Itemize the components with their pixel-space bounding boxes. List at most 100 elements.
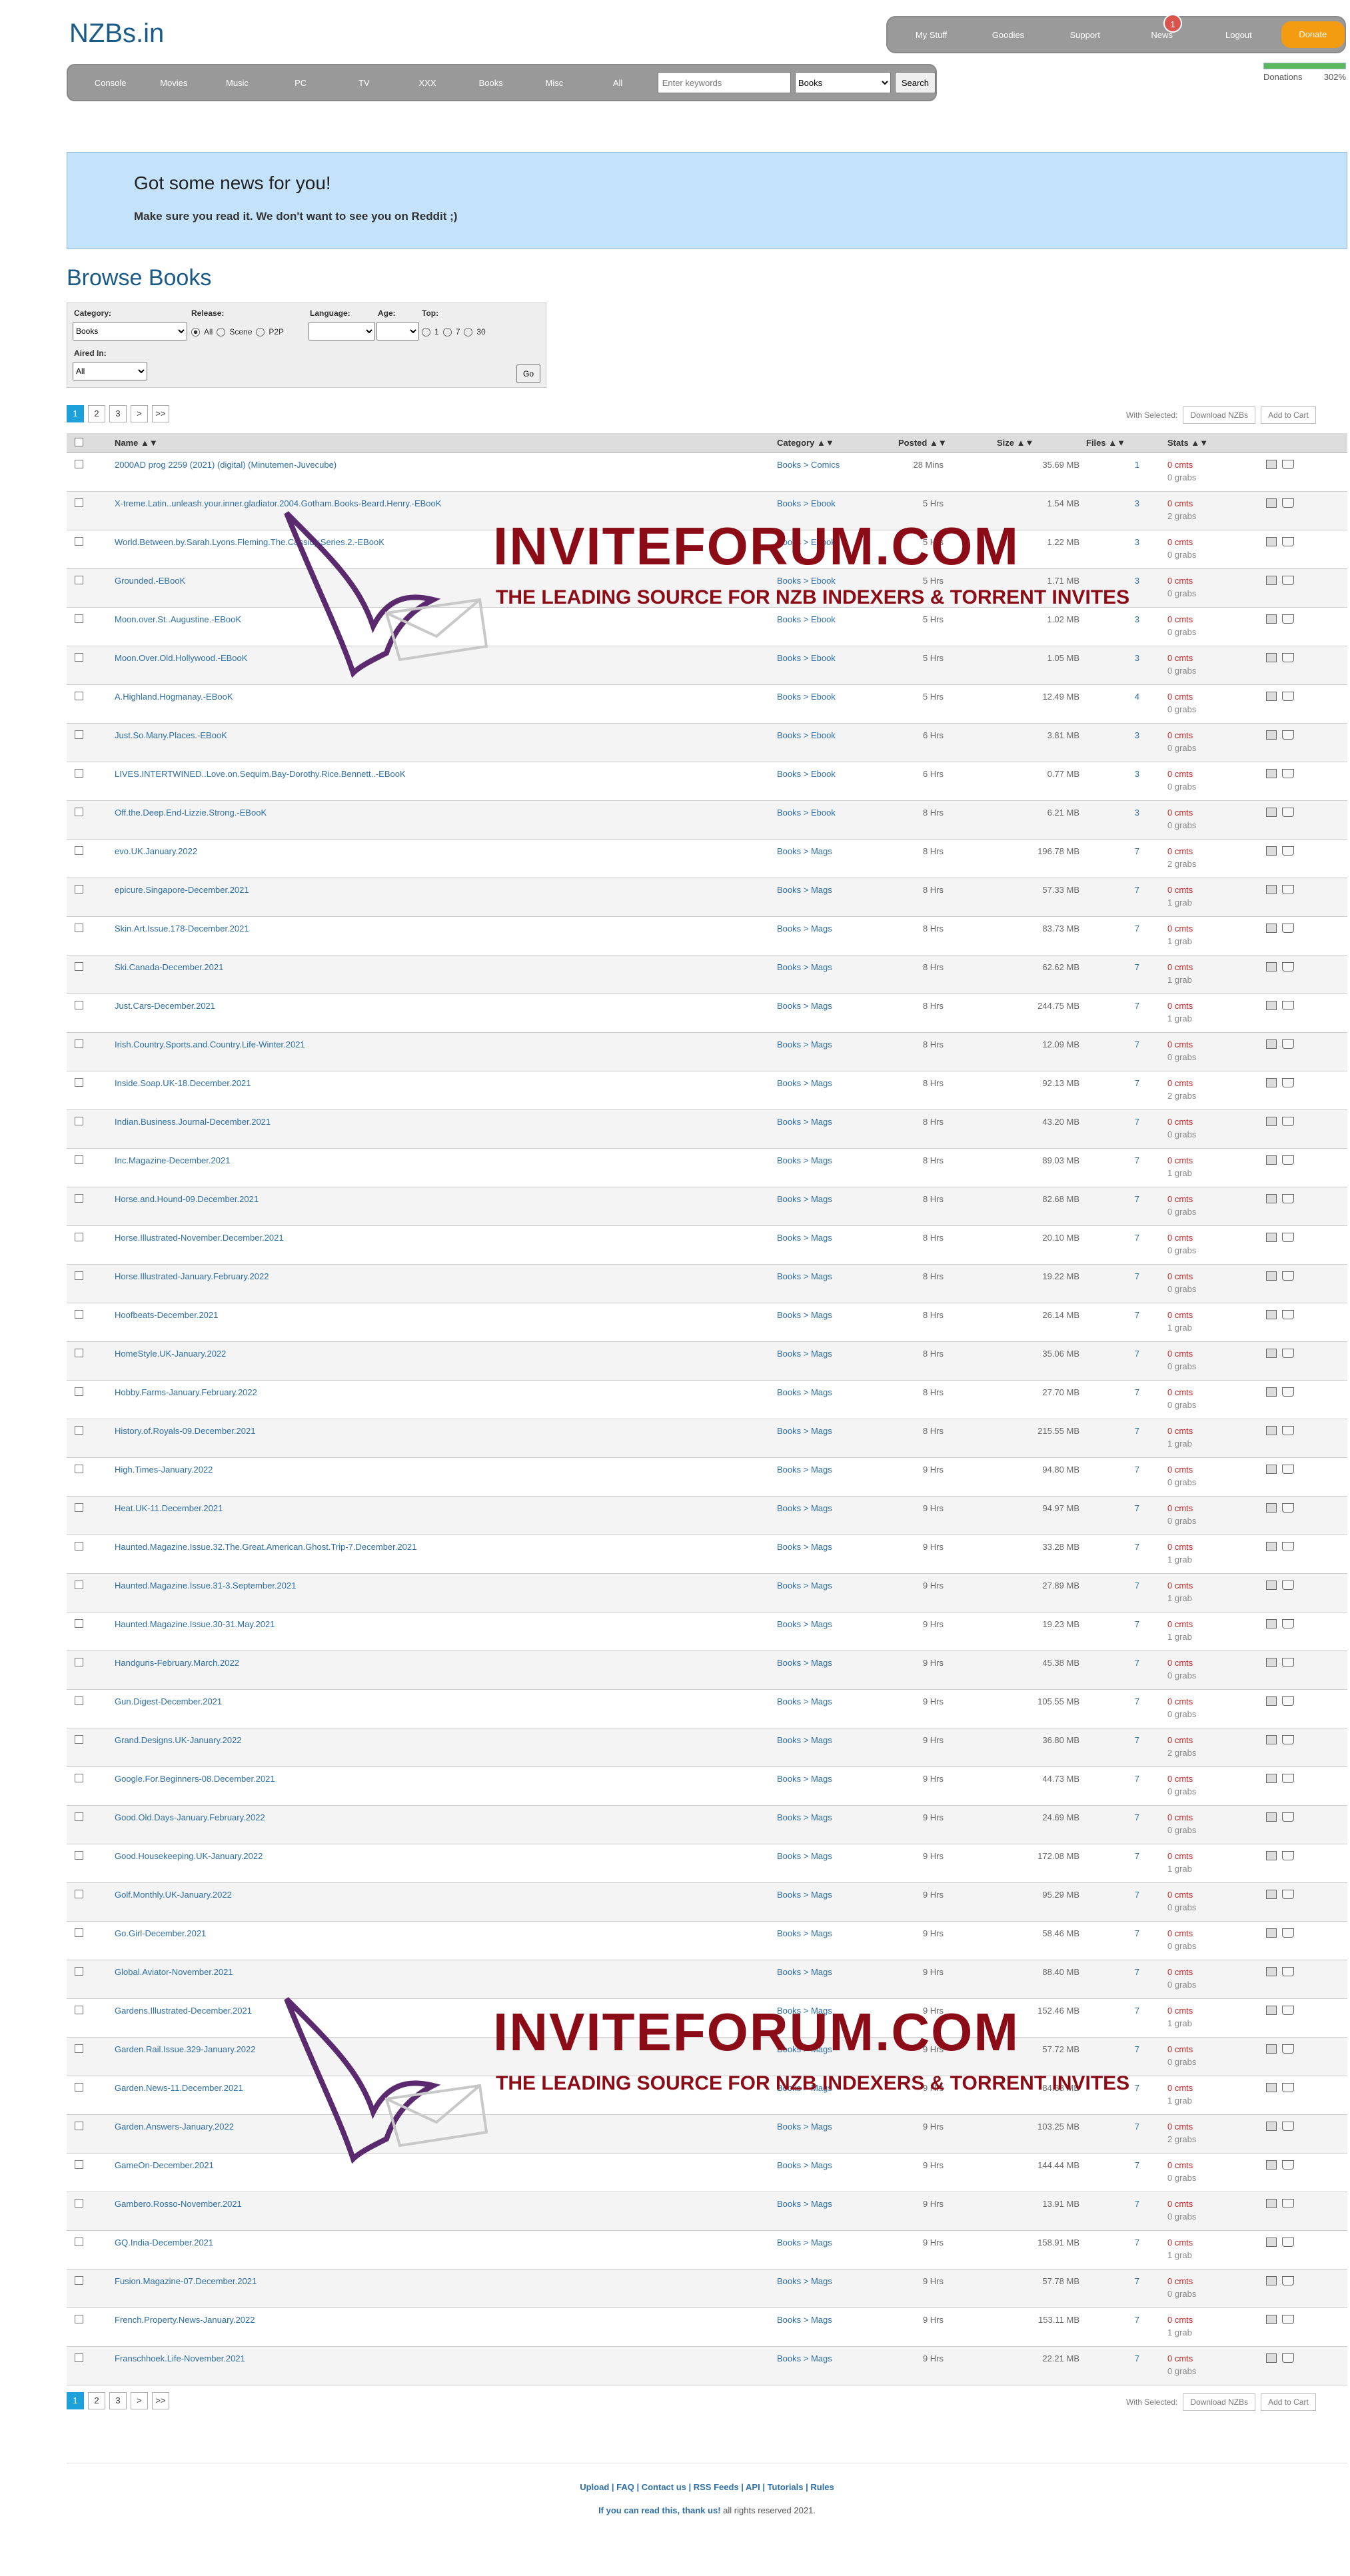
release-comments-link[interactable]: 0 cmts [1167,2276,1196,2286]
release-comments-link[interactable]: 0 cmts [1167,2199,1196,2209]
add-to-cart-icon[interactable] [1282,614,1294,626]
download-nzb-icon[interactable] [1266,2044,1277,2056]
release-category-link[interactable]: Books > Mags [777,1658,832,1668]
release-comments-link[interactable]: 0 cmts [1167,653,1196,663]
nav-goodies[interactable]: Goodies [970,30,1046,40]
release-files-link[interactable]: 7 [1119,2276,1139,2286]
row-checkbox[interactable] [75,692,83,702]
top-30-radio[interactable] [464,327,473,336]
release-comments-link[interactable]: 0 cmts [1167,1001,1193,1011]
add-to-cart-icon[interactable] [1282,2238,1294,2249]
add-to-cart-icon[interactable] [1282,1039,1294,1051]
row-checkbox[interactable] [75,1581,83,1591]
release-name-link[interactable]: Hobby.Farms-January.February.2022 [115,1387,257,1397]
release-name-link[interactable]: Grand.Designs.UK-January.2022 [115,1735,242,1745]
release-category-link[interactable]: Books > Mags [777,1155,832,1165]
release-category-link[interactable]: Books > Mags [777,1349,832,1359]
add-to-cart-icon[interactable] [1282,1271,1294,1283]
row-checkbox[interactable] [75,2044,83,2055]
page-last-link[interactable]: >> [152,405,169,422]
release-name-link[interactable]: Skin.Art.Issue.178-December.2021 [115,924,249,934]
row-checkbox[interactable] [75,1039,83,1050]
add-to-cart-icon[interactable] [1282,1310,1294,1321]
release-comments-link[interactable]: 0 cmts [1167,846,1196,856]
row-checkbox[interactable] [75,730,83,741]
nav-logout[interactable]: Logout [1200,30,1277,40]
release-files-link[interactable]: 7 [1119,1890,1139,1900]
release-name-link[interactable]: Heat.UK-11.December.2021 [115,1503,223,1513]
download-nzb-icon[interactable] [1266,1851,1277,1862]
row-checkbox[interactable] [75,653,83,664]
row-checkbox[interactable] [75,1194,83,1205]
page-1-link-bottom[interactable]: 1 [67,2392,84,2409]
release-name-link[interactable]: Good.Housekeeping.UK-January.2022 [115,1851,263,1861]
release-comments-link[interactable]: 0 cmts [1167,2238,1193,2248]
release-comments-link[interactable]: 0 cmts [1167,2083,1193,2093]
release-files-link[interactable]: 3 [1119,808,1139,818]
release-comments-link[interactable]: 0 cmts [1167,2044,1196,2054]
row-checkbox[interactable] [75,846,83,857]
row-checkbox[interactable] [75,2315,83,2325]
download-nzb-icon[interactable] [1266,537,1277,548]
add-to-cart-button[interactable]: Add to Cart [1261,406,1316,424]
donate-button[interactable]: Donate [1281,21,1345,48]
add-to-cart-icon[interactable] [1282,2353,1294,2365]
download-nzb-icon[interactable] [1266,1039,1277,1051]
cat-music[interactable]: Music [205,78,269,88]
release-files-link[interactable]: 7 [1119,1310,1139,1320]
cat-misc[interactable]: Misc [522,78,586,88]
release-category-link[interactable]: Books > Mags [777,924,832,934]
release-files-link[interactable]: 7 [1119,1271,1139,1281]
download-nzb-icon[interactable] [1266,1465,1277,1476]
row-checkbox[interactable] [75,769,83,780]
release-files-link[interactable]: 7 [1119,1851,1139,1861]
release-name-link[interactable]: Golf.Monthly.UK-January.2022 [115,1890,232,1900]
page-3-link-bottom[interactable]: 3 [109,2392,127,2409]
page-3-link[interactable]: 3 [109,405,127,422]
download-nzb-icon[interactable] [1266,962,1277,973]
add-to-cart-icon[interactable] [1282,962,1294,973]
add-to-cart-icon[interactable] [1282,1155,1294,1167]
page-1-link[interactable]: 1 [67,405,84,422]
release-comments-link[interactable]: 0 cmts [1167,1619,1193,1629]
page-next-link[interactable]: > [131,405,148,422]
top-7-radio[interactable] [442,327,452,336]
release-name-link[interactable]: Haunted.Magazine.Issue.31-3.September.20… [115,1581,296,1591]
release-comments-link[interactable]: 0 cmts [1167,1542,1193,1552]
release-name-link[interactable]: Franschhoek.Life-November.2021 [115,2353,245,2363]
release-comments-link[interactable]: 0 cmts [1167,1774,1196,1784]
download-nzb-icon[interactable] [1266,1387,1277,1399]
release-category-link[interactable]: Books > Mags [777,885,832,895]
cat-books[interactable]: Books [459,78,522,88]
release-files-link[interactable]: 7 [1119,1696,1139,1706]
release-name-link[interactable]: Google.For.Beginners-08.December.2021 [115,1774,275,1784]
release-files-link[interactable]: 7 [1119,1581,1139,1591]
release-name-link[interactable]: Just.So.Many.Places.-EBooK [115,730,227,740]
release-files-link[interactable]: 7 [1119,1349,1139,1359]
release-files-link[interactable]: 3 [1119,769,1139,779]
release-category-link[interactable]: Books > Mags [777,1310,832,1320]
release-comments-link[interactable]: 0 cmts [1167,2122,1196,2132]
row-checkbox[interactable] [75,2276,83,2287]
row-checkbox[interactable] [75,1465,83,1475]
release-category-link[interactable]: Books > Mags [777,1426,832,1436]
download-nzb-icon[interactable] [1266,1696,1277,1708]
release-category-link[interactable]: Books > Mags [777,2199,832,2209]
download-nzb-icon[interactable] [1266,653,1277,664]
download-nzb-icon[interactable] [1266,1194,1277,1205]
release-all-radio[interactable] [191,327,200,336]
add-to-cart-icon[interactable] [1282,2199,1294,2210]
download-nzb-icon[interactable] [1266,1117,1277,1128]
download-nzb-icon[interactable] [1266,1078,1277,1089]
row-checkbox[interactable] [75,2122,83,2132]
footer-links[interactable]: Upload | FAQ | Contact us | RSS Feeds | … [67,2482,1347,2492]
row-checkbox[interactable] [75,460,83,470]
nav-news[interactable]: News 1 [1123,13,1200,40]
download-nzb-icon[interactable] [1266,1890,1277,1901]
add-to-cart-icon[interactable] [1282,1735,1294,1746]
page-2-link-bottom[interactable]: 2 [88,2392,105,2409]
release-files-link[interactable]: 1 [1119,460,1139,470]
release-name-link[interactable]: evo.UK.January.2022 [115,846,197,856]
add-to-cart-icon[interactable] [1282,498,1294,510]
release-name-link[interactable]: Moon.Over.Old.Hollywood.-EBooK [115,653,247,663]
